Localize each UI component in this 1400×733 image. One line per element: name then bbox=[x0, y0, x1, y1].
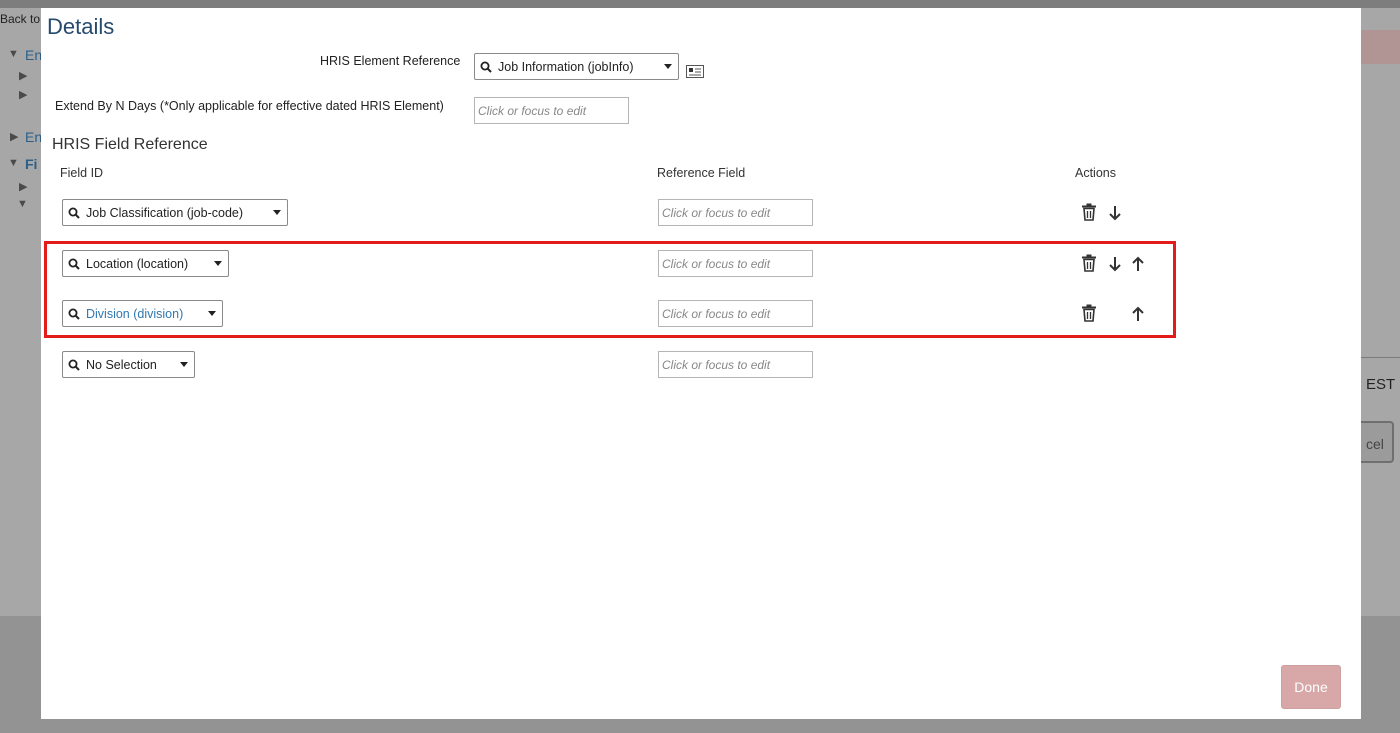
trash-icon[interactable] bbox=[1080, 203, 1098, 221]
highlight-box bbox=[44, 241, 1176, 338]
chevron-down-icon bbox=[180, 362, 188, 367]
background-right-panel bbox=[1360, 8, 1400, 616]
hris-element-label: HRIS Element Reference bbox=[320, 54, 461, 68]
expand-right-icon: ▶ bbox=[19, 70, 28, 82]
section-title: HRIS Field Reference bbox=[52, 136, 208, 153]
extend-days-label: Extend By N Days (*Only applicable for e… bbox=[55, 99, 444, 113]
background-top-bar bbox=[0, 0, 1400, 8]
background-tree-link: En bbox=[25, 129, 43, 145]
background-tree-link: Fi bbox=[25, 156, 38, 172]
expand-down-icon: ▼ bbox=[8, 48, 19, 60]
background-text: EST bbox=[1366, 376, 1396, 393]
done-button[interactable]: Done bbox=[1281, 665, 1341, 709]
reference-field-input[interactable]: Click or focus to edit bbox=[658, 351, 813, 378]
field-id-value: No Selection bbox=[86, 357, 157, 372]
column-header-actions: Actions bbox=[1075, 166, 1116, 180]
column-header-reference-field: Reference Field bbox=[657, 166, 746, 180]
field-id-value: Job Classification (job-code) bbox=[86, 205, 244, 220]
chevron-down-icon bbox=[664, 64, 672, 69]
search-icon bbox=[68, 359, 80, 371]
chevron-down-icon bbox=[273, 210, 281, 215]
background-back-link: Back to: bbox=[0, 12, 44, 26]
expand-down-icon: ▼ bbox=[17, 198, 28, 210]
field-id-select[interactable]: No Selection bbox=[62, 351, 195, 378]
column-header-field-id: Field ID bbox=[60, 166, 104, 180]
hris-element-value: Job Information (jobInfo) bbox=[498, 59, 634, 74]
extend-days-input[interactable]: Click or focus to edit bbox=[474, 97, 629, 124]
reference-field-input[interactable]: Click or focus to edit bbox=[658, 199, 813, 226]
background-tree-link: En bbox=[25, 47, 43, 63]
expand-down-icon: ▼ bbox=[8, 157, 19, 169]
background-right-accent bbox=[1360, 30, 1400, 64]
info-card-icon[interactable] bbox=[686, 65, 704, 78]
arrow-down-icon[interactable] bbox=[1106, 204, 1124, 222]
field-id-select[interactable]: Job Classification (job-code) bbox=[62, 199, 288, 226]
expand-right-icon: ▶ bbox=[19, 89, 28, 101]
details-dialog: Details HRIS Element Reference Job Infor… bbox=[41, 8, 1361, 719]
expand-right-icon: ▶ bbox=[19, 181, 28, 193]
dialog-title: Details bbox=[47, 14, 115, 39]
background-divider bbox=[1360, 357, 1400, 358]
search-icon bbox=[480, 61, 492, 73]
hris-element-select[interactable]: Job Information (jobInfo) bbox=[474, 53, 679, 80]
expand-right-icon: ▶ bbox=[10, 131, 19, 143]
search-icon bbox=[68, 207, 80, 219]
